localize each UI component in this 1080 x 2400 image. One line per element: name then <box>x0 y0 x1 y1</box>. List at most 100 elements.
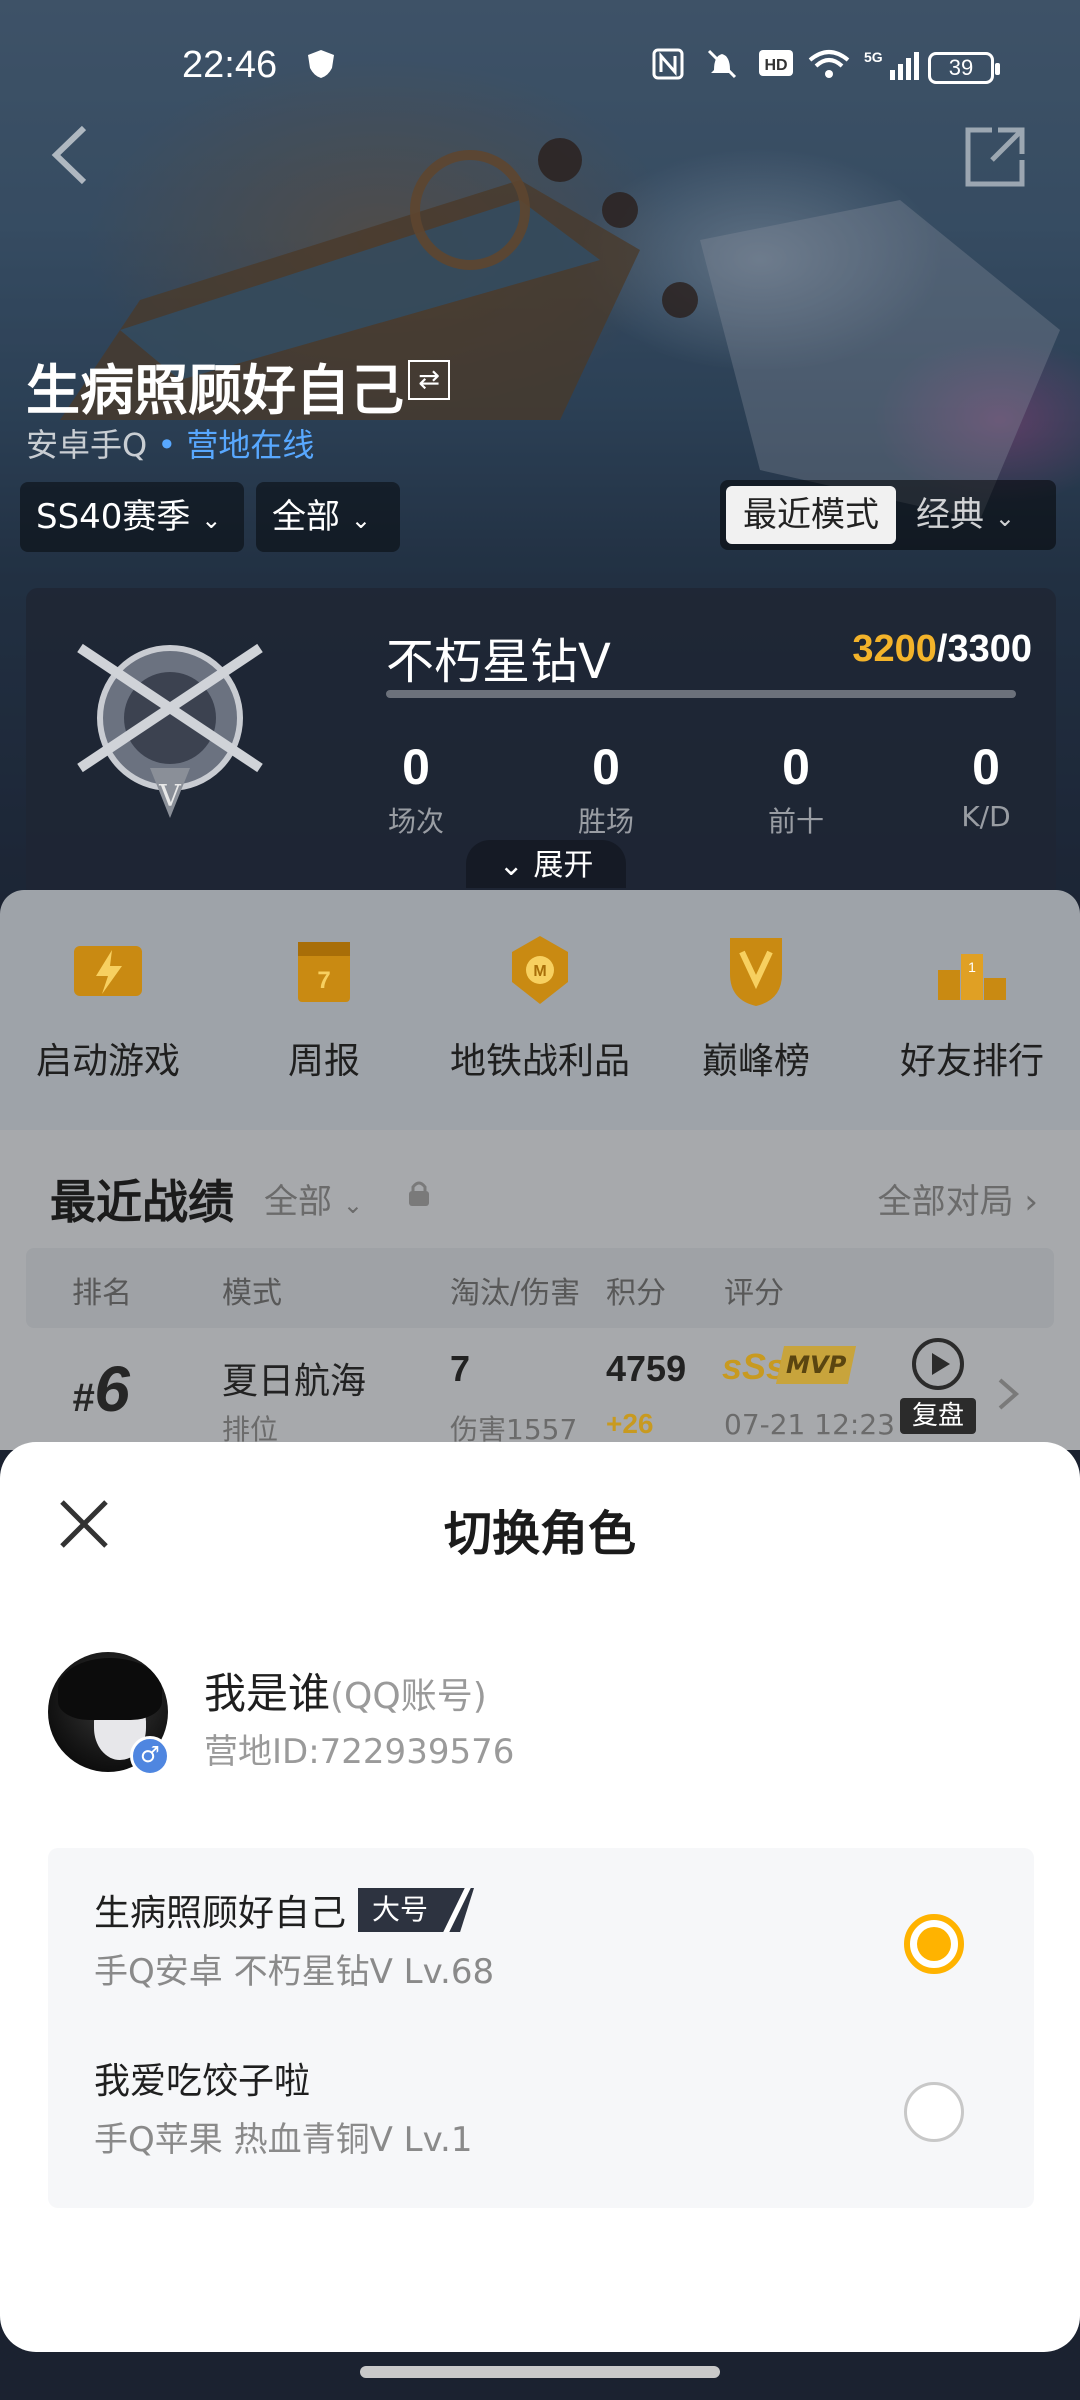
hd-icon: HD <box>758 48 794 86</box>
svg-text:5G: 5G <box>864 49 883 65</box>
svg-text:7: 7 <box>317 967 330 994</box>
shortcut-bar: 启动游戏 7 周报 M 地铁战利品 巅峰榜 1 好友排行 <box>0 890 1080 1130</box>
account-id: 营地ID:722939576 <box>204 1732 515 1772</box>
battery-icon: 39 <box>928 52 1000 84</box>
friend-ranking-icon: 1 <box>938 954 1006 1000</box>
launch-game-icon <box>74 946 142 996</box>
role-item[interactable]: 我爱吃饺子啦 手Q苹果 热血青铜V Lv.1 <box>48 2016 1034 2176</box>
peak-ranking-icon <box>730 938 782 1006</box>
stat-label: 胜场 <box>577 805 634 838</box>
role-item[interactable]: 生病照顾好自己 大号 手Q安卓 不朽星钻V Lv.68 <box>48 1848 1034 2008</box>
switch-role-sheet: 切换角色 ♂ 我是谁(QQ账号) 营地ID:722939576 生病照顾好自己 … <box>0 1442 1080 2352</box>
rank-progress-bar <box>386 690 1016 698</box>
avatar-hair <box>58 1658 162 1720</box>
svg-text:M: M <box>533 963 546 980</box>
account-name: 我是谁(QQ账号) <box>204 1660 487 1721</box>
shortcut-label: 周报 <box>287 1041 360 1082</box>
match-points: 4759 <box>606 1348 687 1389</box>
online-status: • 营地在线 <box>157 426 315 464</box>
shortcut-label: 好友排行 <box>899 1041 1044 1082</box>
shield-icon <box>306 48 336 88</box>
wifi-icon <box>808 48 850 88</box>
filter-label: 全部 <box>272 497 340 537</box>
player-name: 生病照顾好自己 <box>26 359 404 422</box>
mode-recent-tab[interactable]: 最近模式 <box>726 486 896 544</box>
stat-kd: 0 K/D <box>926 738 1046 833</box>
stat-value: 0 <box>592 739 620 795</box>
all-matches-link[interactable]: 全部对局 › <box>878 1174 1038 1223</box>
share-icon <box>965 127 1025 187</box>
season-label: SS40赛季 <box>36 497 191 537</box>
swap-role-icon[interactable]: ⇄ <box>408 360 450 400</box>
stat-matches: 0 场次 <box>356 738 476 840</box>
mode-classic-label: 经典 <box>916 495 984 535</box>
stat-label: K/D <box>961 800 1011 833</box>
home-indicator[interactable] <box>360 2366 720 2378</box>
chevron-right-icon: › <box>1024 1182 1038 1222</box>
expand-button[interactable]: ⌄ 展开 <box>466 840 626 888</box>
svg-text:HD: HD <box>764 57 787 74</box>
main-account-badge: 大号 <box>358 1888 475 1932</box>
rank-stats: 0 场次 0 胜场 0 前十 0 K/D <box>356 738 1046 838</box>
shortcut-weekly-report[interactable]: 7 周报 <box>214 930 434 1084</box>
account-name-text: 我是谁 <box>204 1669 331 1718</box>
platform-label: 安卓手Q <box>26 426 148 464</box>
sheet-title: 切换角色 <box>443 1506 636 1562</box>
lock-icon <box>409 1181 429 1206</box>
weekly-report-icon: 7 <box>298 942 350 1002</box>
rank-score-total: /3300 <box>936 628 1032 670</box>
rank-badge-icon: V <box>77 643 263 818</box>
recent-title: 最近战绩 <box>50 1175 234 1229</box>
all-matches-label: 全部对局 <box>877 1182 1014 1222</box>
shortcut-friend-ranking[interactable]: 1 好友排行 <box>862 930 1080 1084</box>
chevron-down-icon: ⌄ <box>342 1191 363 1219</box>
share-button[interactable] <box>962 124 1028 190</box>
stat-label: 场次 <box>387 805 444 838</box>
role-detail: 手Q苹果 热血青铜V Lv.1 <box>94 2120 473 2160</box>
mode-classic-tab[interactable]: 经典 ⌄ <box>916 480 1015 550</box>
match-points-delta: +26 <box>606 1408 654 1439</box>
stat-label: 前十 <box>767 805 824 838</box>
chevron-down-icon: ⌄ <box>498 848 534 883</box>
recent-filter[interactable]: 全部 ⌄ <box>264 1174 363 1223</box>
shortcut-launch-game[interactable]: 启动游戏 <box>0 930 218 1084</box>
stat-wins: 0 胜场 <box>546 738 666 840</box>
stat-value: 0 <box>402 739 430 795</box>
mode-toggle: 最近模式 经典 ⌄ <box>720 480 1056 550</box>
shortcut-peak-ranking[interactable]: 巅峰榜 <box>646 930 866 1084</box>
status-time: 22:46 <box>182 44 278 86</box>
shortcut-label: 地铁战利品 <box>449 1041 630 1082</box>
rank-score-current: 3200 <box>852 628 937 670</box>
chevron-down-icon: ⌄ <box>201 506 222 534</box>
back-button[interactable] <box>44 120 104 190</box>
chevron-down-icon: ⌄ <box>350 506 371 534</box>
role-list: 生病照顾好自己 大号 手Q安卓 不朽星钻V Lv.68 我爱吃饺子啦 手Q苹果 … <box>48 1848 1034 2208</box>
match-kills: 7 <box>450 1348 471 1389</box>
male-icon: ♂ <box>130 1736 170 1776</box>
match-mode: 夏日航海 <box>222 1361 367 1402</box>
replay-label: 复盘 <box>900 1398 976 1434</box>
stat-value: 0 <box>972 739 1000 795</box>
account-type-tag: (QQ账号) <box>330 1676 487 1717</box>
shortcut-metro-loot[interactable]: M 地铁战利品 <box>430 930 650 1084</box>
match-rank-value: 6 <box>94 1353 130 1425</box>
column-header: 积分 <box>606 1276 666 1311</box>
expand-label: 展开 <box>533 848 594 883</box>
radio-selected[interactable] <box>904 1914 964 1974</box>
online-status-label: 营地在线 <box>186 426 315 464</box>
chevron-left-icon <box>51 125 87 185</box>
filter-selector[interactable]: 全部 ⌄ <box>256 482 400 552</box>
mvp-badge: MVP <box>775 1346 857 1384</box>
match-rank: #6 <box>72 1353 130 1425</box>
replay-button[interactable]: 复盘 <box>900 1334 976 1438</box>
match-date: 07-21 12:23 <box>724 1408 895 1441</box>
role-detail: 手Q安卓 不朽星钻V Lv.68 <box>94 1952 495 1992</box>
role-name: 生病照顾好自己 <box>94 1893 347 1934</box>
rank-card: V 不朽星钻V 3200/3300 0 场次 0 胜场 0 前十 0 K/D ⌄… <box>26 588 1056 898</box>
column-header: 模式 <box>222 1276 282 1311</box>
rank-name: 不朽星钻V <box>386 634 611 690</box>
radio-unselected[interactable] <box>904 2082 964 2142</box>
column-header: 淘汰/伤害 <box>450 1276 581 1311</box>
nfc-icon <box>652 48 684 88</box>
season-selector[interactable]: SS40赛季 ⌄ <box>20 482 244 552</box>
